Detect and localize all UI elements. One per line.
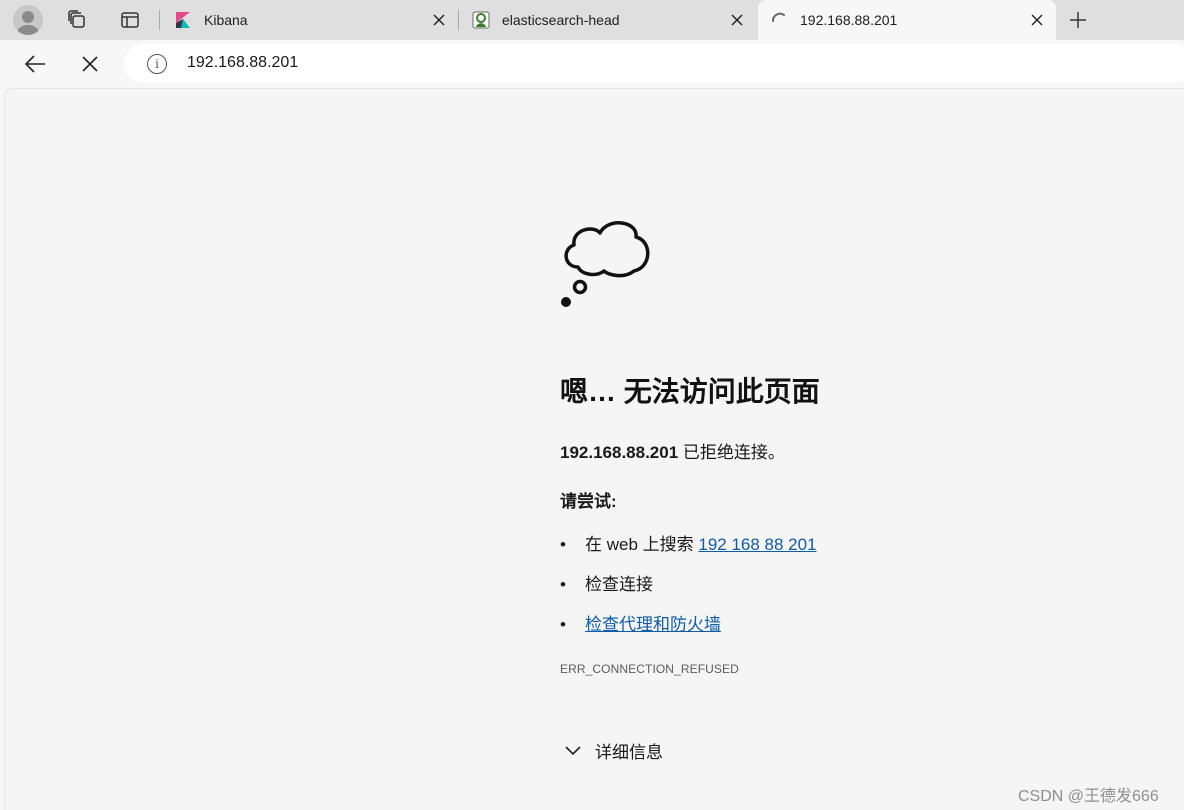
- stop-loading-button[interactable]: [76, 50, 104, 78]
- tab-title: elasticsearch-head: [502, 12, 620, 28]
- tab-active-page[interactable]: 192.168.88.201: [758, 0, 1056, 40]
- error-title: 嗯… 无法访问此页面: [560, 376, 820, 407]
- close-tab-icon[interactable]: [1028, 11, 1046, 29]
- error-description: 192.168.88.201 已拒绝连接。: [560, 438, 785, 463]
- suggestion-search: • 在 web 上搜索 192 168 88 201: [560, 535, 817, 554]
- address-url[interactable]: 192.168.88.201: [187, 54, 298, 72]
- details-toggle[interactable]: 详细信息: [564, 738, 663, 763]
- suggestion-check-connection: • 检查连接: [560, 575, 653, 594]
- suggestion-prefix: 在 web 上搜索: [585, 535, 699, 554]
- tab-elasticsearch-head[interactable]: elasticsearch-head: [472, 0, 754, 40]
- close-tab-icon[interactable]: [430, 11, 448, 29]
- chevron-down-icon: [565, 745, 581, 755]
- search-web-link[interactable]: 192 168 88 201: [698, 535, 816, 554]
- tab-title: 192.168.88.201: [800, 12, 898, 28]
- elasticsearch-head-logo-icon: [472, 11, 490, 29]
- tab-strip: Kibana elasticsearch-head 192.168.88.201: [0, 0, 1184, 40]
- address-bar[interactable]: i 192.168.88.201: [124, 44, 1184, 83]
- thought-cloud-icon: [561, 221, 650, 307]
- workspaces-icon[interactable]: [62, 5, 92, 35]
- stop-icon: [82, 56, 98, 72]
- tab-actions-icon[interactable]: [115, 5, 145, 35]
- watermark: CSDN @王德发666: [1018, 788, 1159, 805]
- error-code: ERR_CONNECTION_REFUSED: [560, 662, 739, 676]
- new-tab-button[interactable]: [1066, 8, 1090, 32]
- tab-kibana[interactable]: Kibana: [174, 0, 456, 40]
- info-icon[interactable]: i: [147, 54, 167, 74]
- suggestion-text: 检查连接: [585, 575, 653, 594]
- kibana-logo-icon: [176, 12, 190, 28]
- loading-spinner-icon: [772, 12, 785, 22]
- profile-avatar[interactable]: [13, 5, 43, 35]
- try-label: 请尝试:: [560, 492, 617, 511]
- close-tab-icon[interactable]: [728, 11, 746, 29]
- error-host: 192.168.88.201: [560, 443, 679, 462]
- error-message: 已拒绝连接。: [678, 443, 785, 462]
- back-arrow-icon: [24, 55, 45, 73]
- tab-title: Kibana: [204, 12, 248, 28]
- suggestion-check-proxy: • 检查代理和防火墙: [560, 615, 721, 634]
- back-button[interactable]: [21, 50, 49, 78]
- details-label: 详细信息: [595, 743, 663, 762]
- check-proxy-firewall-link[interactable]: 检查代理和防火墙: [585, 615, 721, 634]
